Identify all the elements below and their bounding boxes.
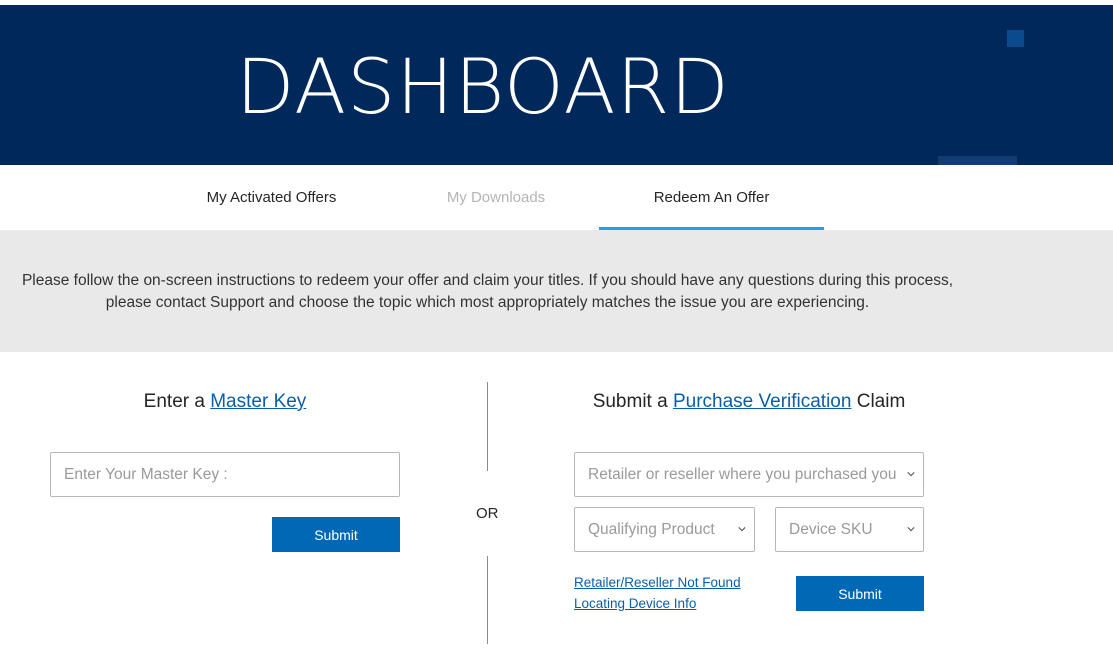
decorative-square [1007,30,1024,47]
tab-my-activated-offers[interactable]: My Activated Offers [180,165,363,230]
master-key-link[interactable]: Master Key [210,391,306,412]
master-key-input[interactable] [50,452,400,497]
dashboard-tabs: My Activated Offers My Downloads Redeem … [0,165,1113,230]
instructions-notice: Please follow the on-screen instructions… [0,230,1113,352]
purchase-verification-heading: Submit a Purchase Verification Claim [574,391,924,413]
locating-device-info-link[interactable]: Locating Device Info [574,596,696,611]
qualifying-product-select[interactable]: Qualifying Product [574,507,755,552]
qualifying-product-select-value: Qualifying Product [588,520,715,538]
chevron-down-icon [907,526,915,531]
chevron-down-icon [738,526,746,531]
device-sku-select[interactable]: Device SKU [775,507,924,552]
or-separator: OR [476,505,499,522]
purchase-heading-suffix: Claim [851,391,906,412]
tab-my-downloads[interactable]: My Downloads [405,165,587,230]
retailer-select-value: Retailer or reseller where you purchased… [588,465,897,483]
device-sku-select-value: Device SKU [789,520,873,538]
retailer-not-found-link[interactable]: Retailer/Reseller Not Found [574,575,741,590]
purchase-claim-submit-button[interactable]: Submit [796,576,924,611]
master-key-submit-button[interactable]: Submit [272,517,400,552]
decorative-bar [938,156,1017,165]
purchase-verification-link[interactable]: Purchase Verification [673,391,852,412]
purchase-heading-prefix: Submit a [592,391,673,412]
dashboard-hero-banner: DASHBOARD [0,5,1113,165]
divider-bottom [487,556,488,644]
retailer-select[interactable]: Retailer or reseller where you purchased… [574,452,924,497]
master-key-heading: Enter a Master Key [50,391,400,413]
instructions-text: Please follow the on-screen instructions… [21,272,954,311]
page-title: DASHBOARD [236,42,730,131]
master-key-heading-prefix: Enter a [143,391,211,412]
divider-top [487,382,488,471]
chevron-down-icon [907,471,915,476]
tab-redeem-an-offer[interactable]: Redeem An Offer [599,165,824,230]
